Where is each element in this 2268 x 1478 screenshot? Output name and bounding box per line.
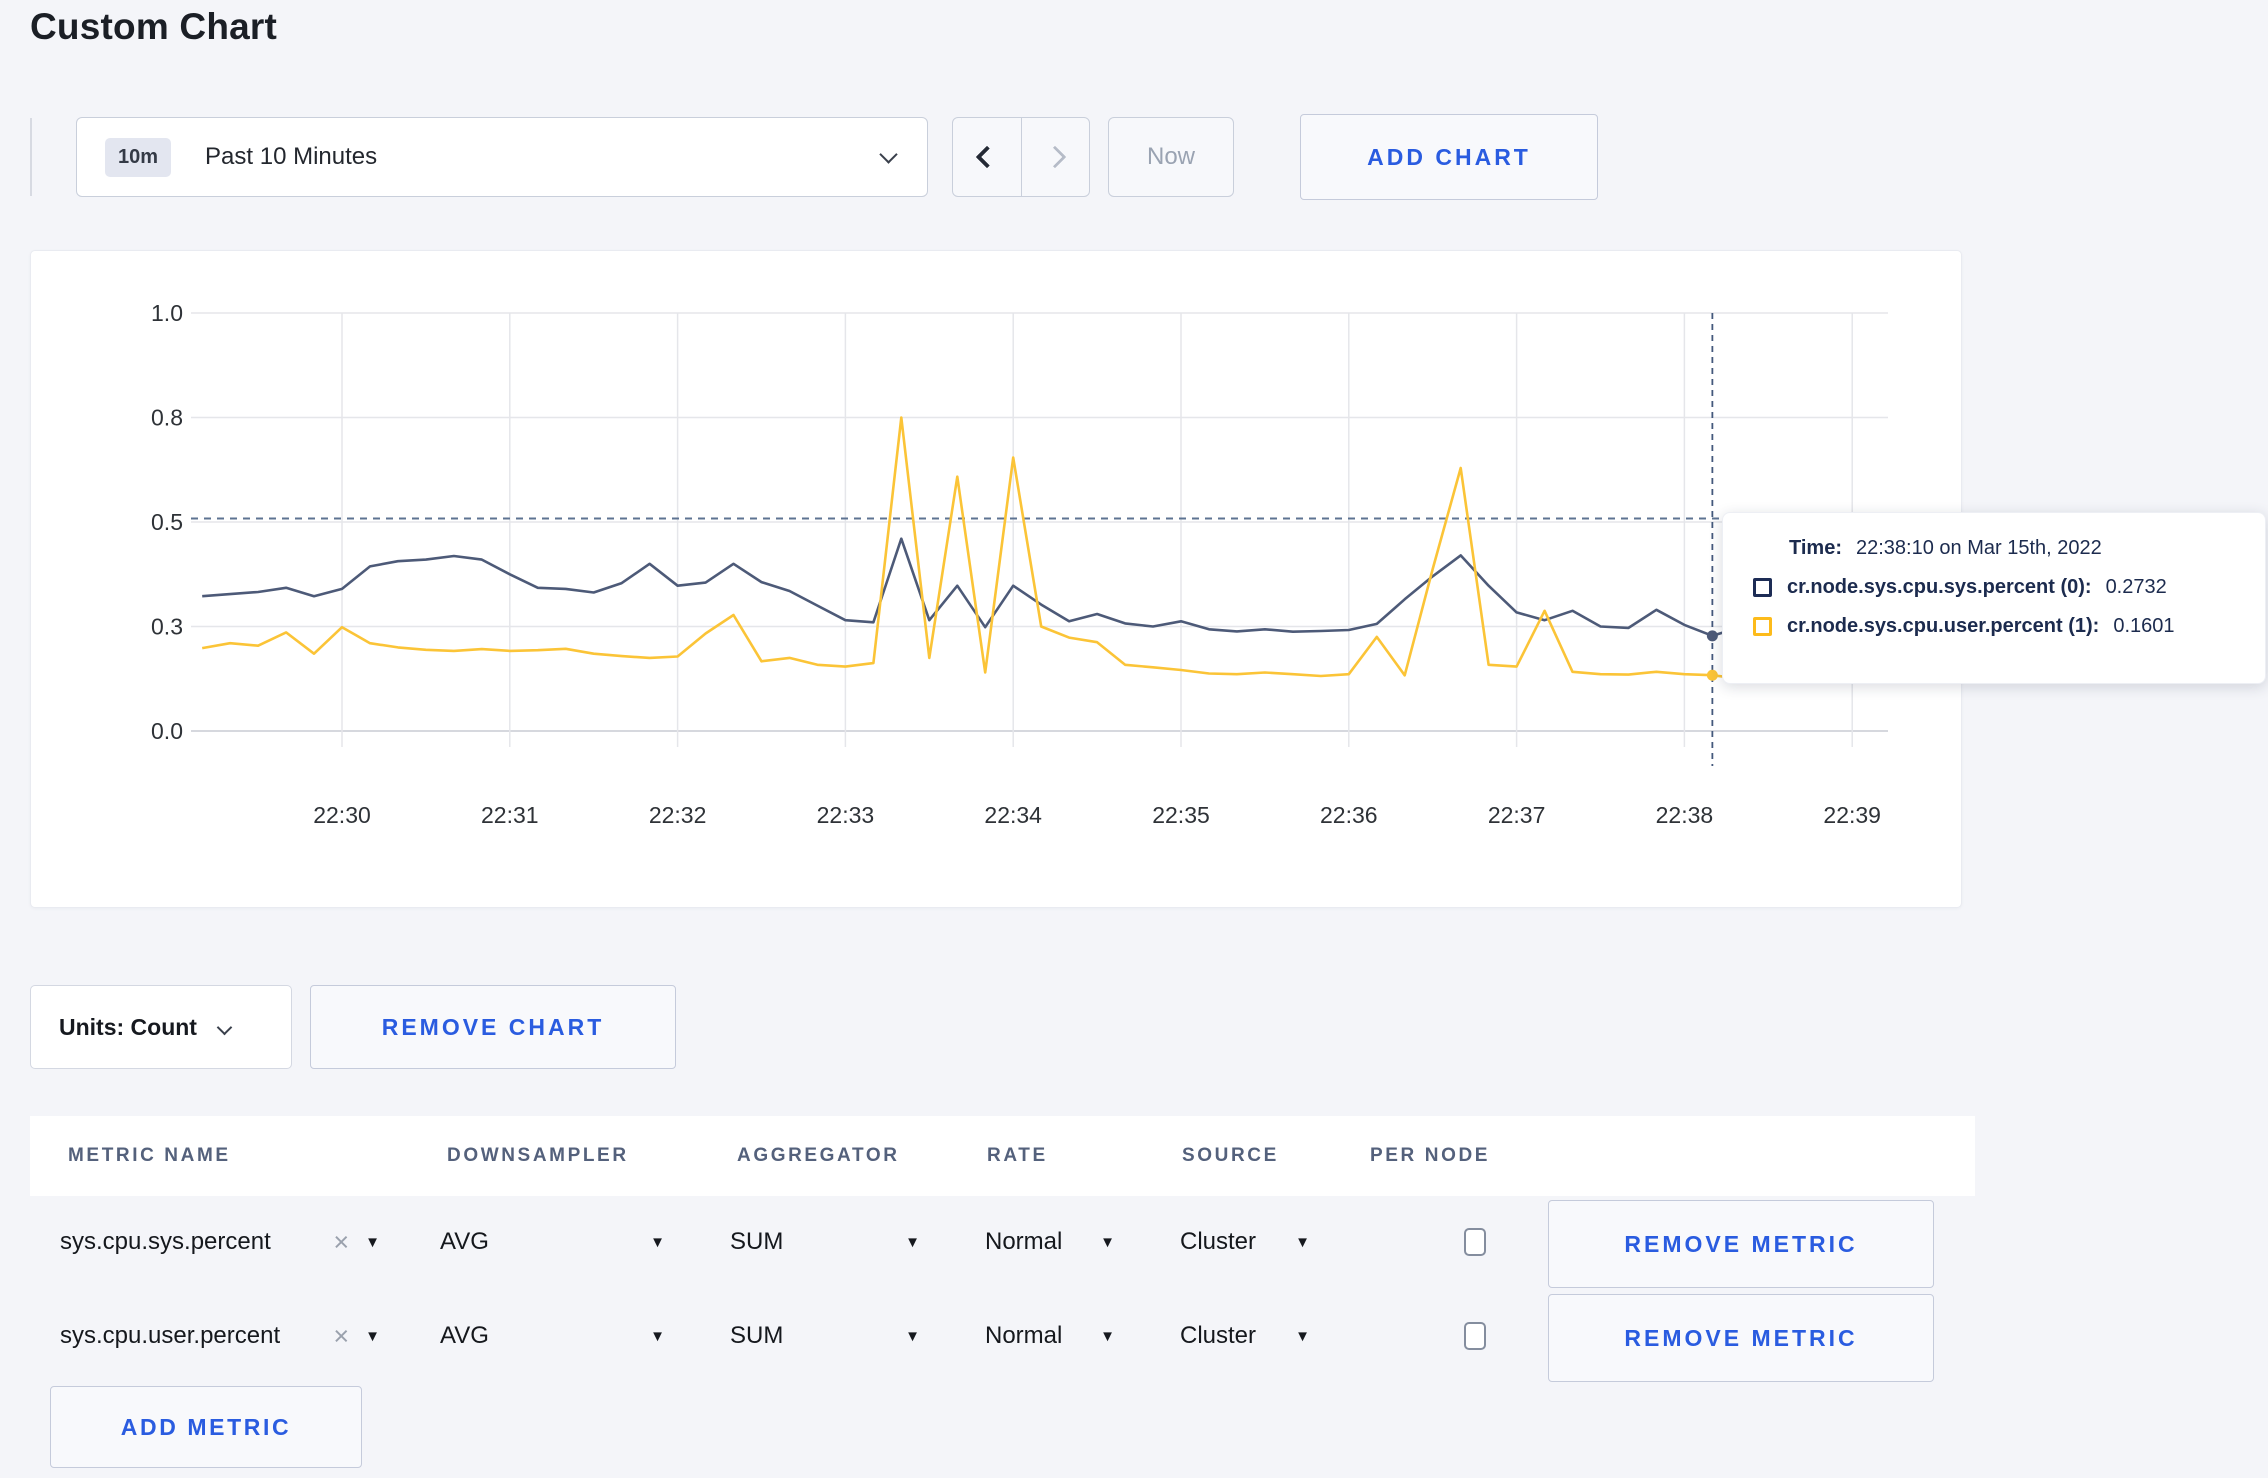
remove-chart-button[interactable]: REMOVE CHART — [310, 985, 676, 1069]
units-select[interactable]: Units: Count — [30, 985, 292, 1069]
series-user-swatch-icon — [1753, 617, 1772, 636]
rate-select[interactable]: Normal ▼ — [985, 1290, 1115, 1382]
remove-metric-button[interactable]: REMOVE METRIC — [1548, 1294, 1934, 1382]
downsampler-select[interactable]: AVG ▼ — [440, 1290, 665, 1382]
svg-text:22:34: 22:34 — [984, 802, 1042, 828]
metrics-chart[interactable]: 0.0 0.3 0.5 0.8 1.0 22:30 22:31 22:32 22:33 22:34… — [31, 251, 1963, 909]
column-header-aggregator: Aggregator — [737, 1145, 900, 1166]
tooltip-series-value: 0.2732 — [2105, 576, 2167, 598]
svg-text:0.5: 0.5 — [151, 509, 183, 535]
caret-down-icon: ▼ — [1295, 1233, 1310, 1251]
svg-text:22:36: 22:36 — [1320, 802, 1378, 828]
caret-down-icon: ▼ — [650, 1233, 665, 1251]
downsampler-value: AVG — [440, 1228, 489, 1255]
svg-text:22:32: 22:32 — [649, 802, 707, 828]
source-value: Cluster — [1180, 1322, 1257, 1349]
metric-name-select[interactable]: sys.cpu.user.percent × ▼ — [60, 1290, 380, 1382]
add-metric-button[interactable]: ADD METRIC — [50, 1386, 362, 1468]
series-sys-swatch-icon — [1753, 578, 1772, 597]
aggregator-value: SUM — [730, 1228, 784, 1255]
downsampler-value: AVG — [440, 1322, 489, 1349]
svg-text:22:30: 22:30 — [313, 802, 371, 828]
chevron-down-icon — [216, 1019, 233, 1035]
svg-text:22:37: 22:37 — [1488, 802, 1546, 828]
chevron-left-icon — [975, 145, 999, 169]
per-node-checkbox[interactable] — [1464, 1322, 1486, 1350]
column-header-source: Source — [1182, 1145, 1279, 1166]
tooltip-series-row: cr.node.sys.cpu.user.percent (1): 0.1601 — [1753, 615, 2239, 638]
metrics-table-header: Metric Name Downsampler Aggregator Rate … — [30, 1116, 1975, 1196]
time-window-select[interactable]: 10m Past 10 Minutes — [76, 117, 928, 197]
metric-name-select[interactable]: sys.cpu.sys.percent × ▼ — [60, 1196, 380, 1288]
column-header-rate: Rate — [987, 1145, 1048, 1166]
remove-metric-button[interactable]: REMOVE METRIC — [1548, 1200, 1934, 1288]
caret-down-icon: ▼ — [1100, 1327, 1115, 1345]
metric-name: sys.cpu.user.percent — [60, 1322, 281, 1349]
time-pager — [952, 117, 1090, 197]
custom-chart-page: Custom Chart 10m Past 10 Minutes Now ADD… — [0, 0, 2268, 1478]
caret-down-icon: ▼ — [365, 1327, 380, 1345]
caret-down-icon: ▼ — [1100, 1233, 1115, 1251]
per-node-cell — [1430, 1290, 1520, 1382]
svg-text:1.0: 1.0 — [151, 300, 183, 326]
chart-card: 0.0 0.3 0.5 0.8 1.0 22:30 22:31 22:32 22:33 22:34… — [30, 250, 1962, 908]
per-node-cell — [1430, 1196, 1520, 1288]
chart-tooltip: Time: 22:38:10 on Mar 15th, 2022 cr.node… — [1722, 512, 2266, 684]
tooltip-time-value: 22:38:10 on Mar 15th, 2022 — [1855, 537, 2102, 559]
tooltip-time-row: Time: 22:38:10 on Mar 15th, 2022 — [1753, 537, 2239, 560]
svg-text:0.3: 0.3 — [151, 614, 183, 640]
metric-name: sys.cpu.sys.percent — [60, 1228, 271, 1255]
aggregator-select[interactable]: SUM ▼ — [730, 1290, 920, 1382]
svg-text:0.8: 0.8 — [151, 405, 183, 431]
clear-metric-icon[interactable]: × — [333, 1321, 349, 1352]
toolbar-divider — [30, 118, 32, 196]
tooltip-series-name: cr.node.sys.cpu.user.percent (1): — [1787, 615, 2100, 637]
page-title: Custom Chart — [30, 6, 278, 47]
svg-text:22:38: 22:38 — [1656, 802, 1714, 828]
time-back-button[interactable] — [953, 118, 1022, 196]
svg-text:22:35: 22:35 — [1152, 802, 1210, 828]
column-header-downsampler: Downsampler — [447, 1145, 629, 1166]
source-value: Cluster — [1180, 1228, 1257, 1255]
tooltip-series-value: 0.1601 — [2113, 615, 2175, 637]
time-window-badge: 10m — [105, 137, 172, 177]
per-node-checkbox[interactable] — [1464, 1228, 1486, 1256]
svg-text:22:31: 22:31 — [481, 802, 539, 828]
rate-value: Normal — [985, 1228, 1063, 1255]
rate-select[interactable]: Normal ▼ — [985, 1196, 1115, 1288]
caret-down-icon: ▼ — [905, 1327, 920, 1345]
column-header-per-node: Per Node — [1370, 1145, 1491, 1166]
source-select[interactable]: Cluster ▼ — [1180, 1196, 1310, 1288]
column-header-metric-name: Metric Name — [68, 1145, 231, 1166]
now-button[interactable]: Now — [1108, 117, 1234, 197]
chevron-down-icon — [879, 145, 898, 164]
add-chart-button[interactable]: ADD CHART — [1300, 114, 1598, 200]
time-window-label: Past 10 Minutes — [205, 143, 378, 170]
rate-value: Normal — [985, 1322, 1063, 1349]
downsampler-select[interactable]: AVG ▼ — [440, 1196, 665, 1288]
svg-text:0.0: 0.0 — [151, 718, 183, 744]
clear-metric-icon[interactable]: × — [333, 1227, 349, 1258]
chevron-right-icon — [1043, 145, 1067, 169]
aggregator-value: SUM — [730, 1322, 784, 1349]
caret-down-icon: ▼ — [905, 1233, 920, 1251]
svg-text:22:39: 22:39 — [1823, 802, 1881, 828]
aggregator-select[interactable]: SUM ▼ — [730, 1196, 920, 1288]
caret-down-icon: ▼ — [1295, 1327, 1310, 1345]
caret-down-icon: ▼ — [365, 1233, 380, 1251]
time-forward-button[interactable] — [1022, 118, 1090, 196]
caret-down-icon: ▼ — [650, 1327, 665, 1345]
tooltip-time-label: Time: — [1789, 537, 1842, 559]
source-select[interactable]: Cluster ▼ — [1180, 1290, 1310, 1382]
tooltip-series-name: cr.node.sys.cpu.sys.percent (0): — [1787, 576, 2092, 598]
units-label: Units: Count — [59, 1013, 197, 1040]
svg-text:22:33: 22:33 — [817, 802, 875, 828]
tooltip-series-row: cr.node.sys.cpu.sys.percent (0): 0.2732 — [1753, 576, 2239, 599]
